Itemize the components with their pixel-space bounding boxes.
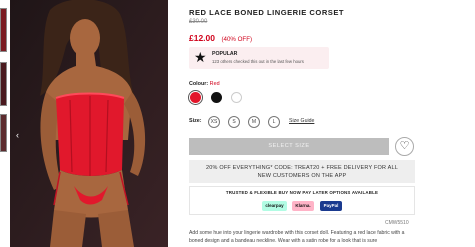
product-photo-illustration bbox=[10, 0, 168, 247]
price-row: £12.00 (40% OFF) bbox=[189, 28, 252, 46]
select-size-button[interactable]: SELECT SIZE bbox=[189, 138, 389, 155]
colour-label: Colour: Red bbox=[189, 81, 220, 87]
original-price: £30.00 bbox=[189, 19, 208, 25]
popular-subtitle: 123 others checked this out in the last … bbox=[212, 59, 304, 64]
thumbnail-image[interactable] bbox=[0, 114, 7, 152]
product-image[interactable]: ‹ bbox=[10, 0, 168, 247]
swatch-red[interactable] bbox=[190, 92, 201, 103]
product-description: Add some hue into your lingerie wardrobe… bbox=[189, 230, 405, 244]
product-sku: CMW5510 bbox=[385, 220, 409, 226]
heart-icon[interactable]: ♡ bbox=[395, 137, 414, 156]
swatch-black[interactable] bbox=[211, 92, 222, 103]
star-icon: ★ bbox=[194, 49, 207, 65]
size-guide-link[interactable]: Size Guide bbox=[289, 118, 314, 124]
bnpl-options: TRUSTED & FLEXIBLE BUY NOW PAY LATER OPT… bbox=[189, 186, 415, 215]
colour-label-text: Colour: bbox=[189, 81, 209, 87]
promo-line-2: NEW CUSTOMERS ON THE APP bbox=[257, 172, 347, 179]
thumbnail-image[interactable] bbox=[0, 62, 7, 106]
swatch-white[interactable] bbox=[231, 92, 242, 103]
paypal-logo[interactable]: PayPal bbox=[320, 201, 342, 211]
thumbnail-image[interactable] bbox=[0, 8, 7, 52]
size-option-l[interactable]: L bbox=[268, 116, 280, 128]
colour-value: Red bbox=[209, 81, 220, 87]
size-label: Size: bbox=[189, 118, 202, 124]
size-option-s[interactable]: S bbox=[228, 116, 240, 128]
popular-banner: ★ POPULAR 123 others checked this out in… bbox=[189, 47, 329, 69]
chevron-left-icon[interactable]: ‹ bbox=[16, 130, 19, 140]
klarna-logo[interactable]: Klarna. bbox=[292, 201, 314, 211]
discount-label: (40% OFF) bbox=[221, 36, 253, 43]
sale-price: £12.00 bbox=[189, 33, 215, 43]
thumbnail-strip bbox=[0, 0, 8, 247]
product-title: RED LACE BONED LINGERIE CORSET bbox=[189, 8, 345, 17]
size-option-xs[interactable]: XS bbox=[208, 116, 220, 128]
size-option-m[interactable]: M bbox=[248, 116, 260, 128]
popular-title: POPULAR bbox=[212, 51, 238, 57]
promo-banner: 20% OFF EVERYTHING* CODE: TREAT20 + FREE… bbox=[189, 160, 415, 183]
promo-line-1: 20% OFF EVERYTHING* CODE: TREAT20 + FREE… bbox=[206, 164, 398, 171]
clearpay-logo[interactable]: clearpay bbox=[262, 201, 287, 211]
bnpl-title: TRUSTED & FLEXIBLE BUY NOW PAY LATER OPT… bbox=[225, 190, 379, 195]
